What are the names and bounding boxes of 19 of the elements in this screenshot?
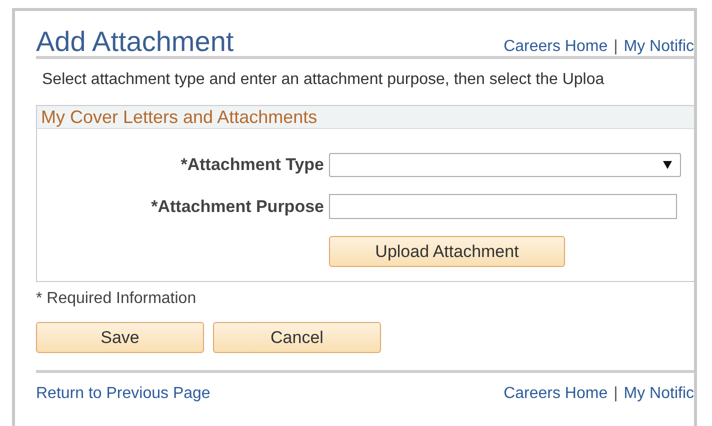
link-separator: | <box>614 38 618 56</box>
instructions-text: Select attachment type and enter an attachment purpose, then select the Uploa <box>42 71 606 89</box>
field-label: *Attachment Purpose <box>151 196 324 216</box>
nav-link[interactable]: Careers Home <box>504 38 608 56</box>
nav-link[interactable]: My Notific <box>624 38 694 56</box>
link-separator: | <box>614 385 618 403</box>
page-title: Add Attachment <box>36 26 234 58</box>
dropdown-arrow-icon <box>663 161 672 169</box>
section-header: My Cover Letters and Attachments <box>37 106 694 129</box>
back-link[interactable]: Return to Previous Page <box>36 385 210 403</box>
dropdown-field[interactable] <box>329 153 681 177</box>
field-label: *Attachment Type <box>180 155 324 175</box>
form-button[interactable]: Cancel <box>213 322 381 353</box>
required-note: * Required Information <box>36 290 198 308</box>
input-field[interactable] <box>329 194 677 219</box>
nav-link[interactable]: My Notific <box>624 385 694 403</box>
nav-link[interactable]: Careers Home <box>504 385 608 403</box>
form-button[interactable]: Save <box>36 322 204 353</box>
upload-button[interactable]: Upload Attachment <box>329 236 565 267</box>
